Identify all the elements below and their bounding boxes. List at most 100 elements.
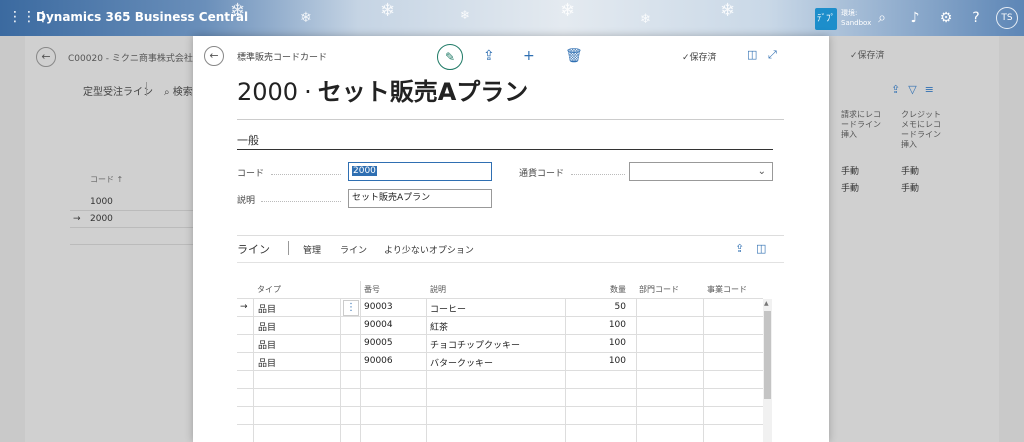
lines-section-title[interactable]: ライン (237, 241, 270, 257)
share-icon[interactable]: ⇪ (735, 242, 744, 255)
background-toolbar-icons[interactable]: ⇪▽≡ (891, 83, 942, 96)
description-field[interactable]: セット販売Aプラン (348, 189, 492, 208)
scroll-up-arrow-icon[interactable]: ▲ (764, 300, 769, 307)
snowflake-icon: ❄ (640, 12, 651, 27)
table-row[interactable]: 品目 90004 紅茶 100 (237, 317, 763, 335)
cell-description[interactable]: チョコチップクッキー (430, 338, 520, 351)
column-header-code[interactable]: コード ↑ (70, 174, 210, 194)
cell-quantity[interactable]: 100 (602, 320, 626, 330)
table-row[interactable]: 品目 90005 チョコチップクッキー 100 (237, 335, 763, 353)
environment-badge[interactable]: ﾃﾞﾌﾟ (815, 8, 837, 30)
snowflake-icon: ❄ (720, 0, 736, 21)
user-avatar[interactable]: TS (996, 7, 1018, 29)
table-row[interactable]: 品目 90006 バタークッキー 100 (237, 353, 763, 371)
table-row[interactable] (237, 407, 763, 425)
bell-icon[interactable]: ♪ (906, 9, 924, 27)
cell-type[interactable]: 品目 (258, 338, 276, 351)
section-general-header[interactable]: 一般 (237, 132, 259, 148)
expand-icon[interactable]: ⤢ (768, 48, 777, 62)
environment-value: Sandbox (841, 19, 872, 27)
code-field[interactable]: 2000 (348, 162, 492, 181)
currency-code-dropdown[interactable]: ⌄ (629, 162, 773, 181)
cell-description[interactable]: コーヒー (430, 302, 466, 315)
snowflake-icon: ❄ (230, 0, 246, 21)
environment-label: 環境: (841, 9, 858, 17)
tab-line[interactable]: ライン (340, 243, 367, 256)
row-arrow-icon: → (240, 302, 248, 312)
gear-icon[interactable]: ⚙ (937, 9, 955, 27)
cell-description[interactable]: バタークッキー (430, 356, 493, 369)
grid-line (565, 299, 566, 442)
tab-manage[interactable]: 管理 (303, 243, 321, 256)
cell-no[interactable]: 90005 (364, 338, 393, 348)
cell-code: 1000 (90, 197, 113, 207)
divider (237, 262, 784, 263)
row-actions-menu-icon[interactable]: ⋮ (343, 300, 359, 316)
cell-invoice-mode: 手動 (841, 184, 860, 194)
leader-dots (271, 174, 341, 175)
background-saved-status: ✓保存済 (850, 51, 885, 61)
tab-recurring-lines[interactable]: 定型受注ライン (83, 83, 153, 98)
background-grid: コード ↑ 1000 → 2000 (70, 174, 210, 245)
column-header-credit-lines[interactable]: クレジットメモにレコードライン挿入 (901, 110, 945, 150)
snowflake-icon: ❄ (380, 0, 396, 21)
fewer-options-link[interactable]: より少ないオプション (384, 243, 474, 256)
currency-code-label: 通貨コード (519, 169, 565, 179)
leader-dots (261, 201, 341, 202)
grid-line (703, 299, 704, 442)
cell-quantity[interactable]: 100 (602, 338, 626, 348)
table-row[interactable]: 1000 (70, 194, 210, 211)
table-row[interactable] (70, 228, 210, 245)
description-label: 説明 (237, 196, 256, 206)
cell-no[interactable]: 90004 (364, 320, 393, 330)
code-label: コード (237, 169, 265, 179)
divider (237, 235, 784, 236)
cell-no[interactable]: 90003 (364, 302, 393, 312)
back-arrow-icon[interactable]: ← (204, 46, 224, 66)
app-title[interactable]: Dynamics 365 Business Central (36, 10, 248, 24)
share-icon[interactable]: ⇪ (483, 48, 495, 64)
code-value: 2000 (352, 166, 377, 176)
delete-icon[interactable]: 🗑 (565, 48, 583, 64)
add-icon[interactable]: + (523, 48, 535, 64)
snowflake-icon: ❄ (300, 10, 312, 26)
search-label: 検索 (172, 87, 193, 98)
cell-credit-mode: 手動 (901, 184, 920, 194)
cell-type[interactable]: 品目 (258, 302, 276, 315)
column-header-invoice-lines[interactable]: 請求にレコードライン挿入 (841, 110, 885, 140)
cell-quantity[interactable]: 50 (602, 302, 626, 312)
top-bar: ⋮⋮⋮ Dynamics 365 Business Central ❄ ❄ ❄ … (0, 0, 1024, 36)
table-row[interactable]: → 品目 90003 コーヒー 50 (237, 299, 763, 317)
title-separator: · (304, 78, 312, 106)
edit-pencil-icon[interactable]: ✎ (437, 44, 463, 70)
snowflake-icon: ❄ (560, 0, 576, 21)
header-row (237, 281, 763, 299)
app-launcher-icon[interactable]: ⋮⋮⋮ (8, 9, 50, 25)
background-page-title: C00020 - ミクニ商事株式会社 (68, 54, 193, 64)
breadcrumb: 標準販売コードカード (237, 53, 328, 63)
expand-lines-icon[interactable]: ◫ (756, 242, 766, 255)
grid-line (253, 299, 254, 442)
scrollbar-thumb[interactable] (764, 311, 771, 399)
chevron-down-icon: ⌄ (757, 166, 766, 177)
divider (146, 82, 147, 96)
saved-status: ✓保存済 (682, 53, 717, 63)
table-row[interactable] (237, 371, 763, 389)
divider (288, 241, 289, 255)
search-action[interactable]: ⌕ 検索 (164, 83, 193, 98)
table-row[interactable] (237, 425, 763, 442)
back-arrow-icon[interactable]: ← (36, 47, 56, 67)
help-icon[interactable]: ? (967, 9, 985, 27)
search-icon[interactable]: ⌕ (873, 9, 891, 27)
open-new-window-icon[interactable]: ◫ (747, 48, 757, 61)
cell-type[interactable]: 品目 (258, 320, 276, 333)
cell-no[interactable]: 90006 (364, 356, 393, 366)
divider (237, 119, 784, 120)
cell-quantity[interactable]: 100 (602, 356, 626, 366)
page-title: 2000 · セット販売Aプラン (237, 72, 528, 107)
cell-type[interactable]: 品目 (258, 356, 276, 369)
environment-info: 環境: Sandbox (841, 8, 871, 28)
table-row[interactable] (237, 389, 763, 407)
table-row[interactable]: → 2000 (70, 211, 210, 228)
cell-description[interactable]: 紅茶 (430, 320, 448, 333)
